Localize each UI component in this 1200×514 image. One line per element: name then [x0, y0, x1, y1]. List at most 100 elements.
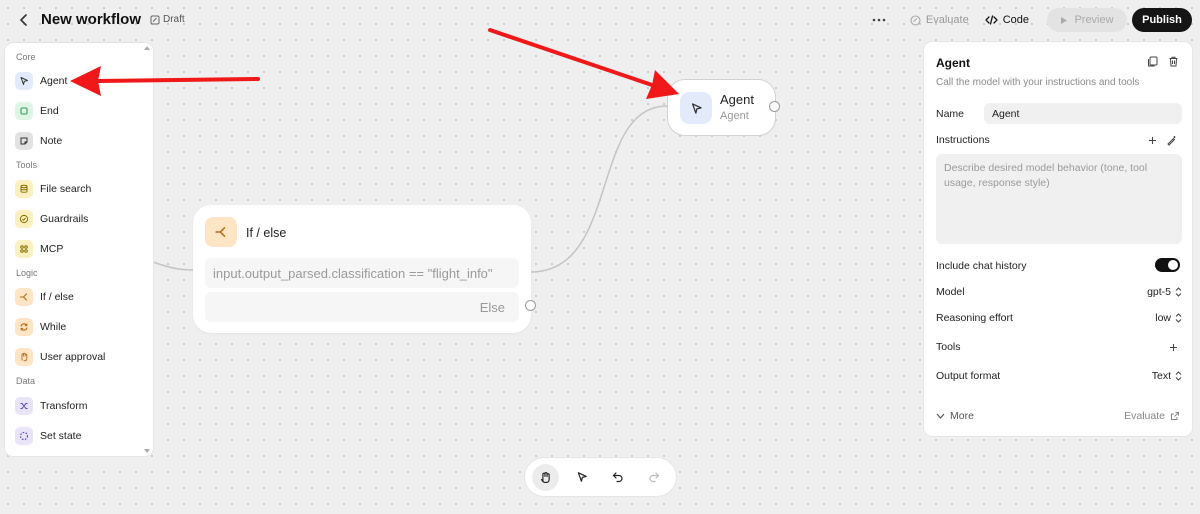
- redo-button[interactable]: [640, 464, 667, 491]
- instructions-textarea[interactable]: [936, 154, 1182, 244]
- delete-button[interactable]: [1165, 53, 1181, 69]
- add-instruction-button[interactable]: [1145, 133, 1159, 147]
- back-button[interactable]: [14, 10, 34, 30]
- tools-label: Tools: [936, 341, 961, 353]
- preview-label: Preview: [1074, 14, 1114, 26]
- shuffle-icon: [15, 397, 33, 415]
- add-tool-button[interactable]: [1166, 340, 1180, 354]
- model-label: Model: [936, 286, 965, 298]
- code-label: Code: [1002, 14, 1029, 26]
- cursor-icon: [15, 72, 33, 90]
- agent-settings-panel: Agent Call the model with your instructi…: [924, 42, 1192, 436]
- cursor-icon: [680, 92, 712, 124]
- model-select[interactable]: gpt-5: [1147, 286, 1182, 298]
- instructions-label: Instructions: [936, 134, 990, 146]
- output-format-label: Output format: [936, 370, 1001, 382]
- scroll-up-icon[interactable]: [143, 45, 151, 51]
- database-icon: [15, 180, 33, 198]
- panel-description: Call the model with your instructions an…: [936, 77, 1140, 88]
- draft-label: Draft: [163, 14, 185, 25]
- section-label-tools: Tools: [16, 160, 38, 170]
- section-label-core: Core: [16, 52, 36, 62]
- duplicate-button[interactable]: [1144, 53, 1160, 69]
- copy-icon: [1147, 56, 1157, 66]
- top-actions: Evaluate Code Preview Publish: [866, 8, 1192, 32]
- sidebar-item-user-approval[interactable]: User approval: [15, 347, 105, 367]
- sidebar-item-label: Set state: [40, 430, 82, 442]
- trash-icon: [1169, 56, 1177, 66]
- sidebar-item-label: End: [40, 105, 59, 117]
- more-options-button[interactable]: [866, 8, 892, 32]
- undo-button[interactable]: [604, 464, 631, 491]
- top-bar: New workflow Draft Evaluate Code Preview…: [0, 0, 1200, 40]
- panel-title: Agent: [936, 56, 970, 70]
- sidebar-item-while[interactable]: While: [15, 317, 66, 337]
- hand-icon: [15, 348, 33, 366]
- chevron-updown-icon: [1175, 371, 1182, 381]
- reasoning-label: Reasoning effort: [936, 312, 1013, 324]
- sidebar-item-guardrails[interactable]: Guardrails: [15, 209, 88, 229]
- sidebar-item-if-else[interactable]: If / else: [15, 287, 74, 307]
- publish-button[interactable]: Publish: [1132, 8, 1192, 32]
- hand-icon: [540, 471, 550, 483]
- dashed-circle-icon: [15, 427, 33, 445]
- sidebar-item-label: Note: [40, 135, 63, 147]
- ifelse-condition[interactable]: input.output_parsed.classification == "f…: [205, 258, 519, 288]
- output-format-select[interactable]: Text: [1152, 370, 1182, 382]
- generate-instructions-button[interactable]: [1164, 133, 1178, 147]
- evaluate-button[interactable]: Evaluate: [902, 8, 977, 32]
- sidebar-item-label: User approval: [40, 351, 106, 363]
- note-icon: [15, 132, 33, 150]
- select-tool-button[interactable]: [568, 464, 595, 491]
- ellipsis-icon: [872, 18, 886, 22]
- scroll-down-icon[interactable]: [143, 448, 151, 454]
- canvas-toolbar: [525, 458, 676, 496]
- cursor-icon: [577, 472, 587, 482]
- code-button[interactable]: Code: [977, 8, 1037, 32]
- agent-node[interactable]: Agent Agent: [667, 79, 780, 136]
- branch-icon: [15, 288, 33, 306]
- sidebar-item-file-search[interactable]: File search: [15, 179, 91, 199]
- more-label: More: [950, 410, 974, 422]
- chat-history-toggle[interactable]: [1155, 258, 1180, 272]
- more-toggle[interactable]: More: [936, 410, 974, 422]
- sidebar-item-set-state[interactable]: Set state: [15, 426, 81, 446]
- chevron-down-icon: [936, 413, 945, 419]
- chevron-updown-icon: [1175, 287, 1182, 297]
- sidebar-item-label: If / else: [40, 291, 74, 303]
- toggle-knob: [1168, 260, 1178, 270]
- mcp-icon: [15, 240, 33, 258]
- reasoning-select[interactable]: low: [1155, 312, 1182, 324]
- evaluate-link[interactable]: Evaluate: [1124, 410, 1180, 422]
- code-icon: [985, 15, 998, 25]
- agent-output-handle[interactable]: [769, 101, 780, 112]
- chat-history-label: Include chat history: [936, 260, 1027, 272]
- sidebar-item-label: MCP: [40, 243, 64, 255]
- ifelse-else-branch[interactable]: Else: [205, 292, 519, 322]
- section-label-data: Data: [16, 376, 36, 386]
- agent-node-title: Agent: [720, 92, 754, 107]
- sidebar-item-label: Guardrails: [40, 213, 89, 225]
- stop-icon: [15, 102, 33, 120]
- preview-button[interactable]: Preview: [1047, 8, 1127, 32]
- sidebar-item-label: While: [40, 321, 67, 333]
- pan-tool-button[interactable]: [532, 463, 559, 491]
- sidebar-item-mcp[interactable]: MCP: [15, 239, 63, 259]
- annotation-arrow-agent-node: [488, 28, 679, 99]
- sidebar-item-note[interactable]: Note: [15, 131, 62, 151]
- sidebar-item-transform[interactable]: Transform: [15, 396, 87, 416]
- ifelse-node[interactable]: If / else input.output_parsed.classifica…: [193, 205, 536, 333]
- name-field[interactable]: [984, 103, 1182, 124]
- sidebar-item-agent[interactable]: Agent: [15, 71, 67, 91]
- chevron-left-icon: [20, 14, 27, 26]
- output-format-value: Text: [1151, 370, 1171, 382]
- sidebar-item-label: File search: [40, 183, 92, 195]
- workflow-title[interactable]: New workflow: [41, 11, 141, 28]
- ifelse-else-handle[interactable]: [525, 300, 536, 311]
- play-icon: [1061, 16, 1068, 24]
- evaluate-label: Evaluate: [925, 14, 969, 26]
- model-value: gpt-5: [1147, 286, 1171, 298]
- node-library-sidebar: Core Agent End Note Tools File search Gu…: [5, 43, 153, 456]
- sidebar-item-end[interactable]: End: [15, 101, 59, 121]
- evaluate-link-label: Evaluate: [1124, 410, 1165, 422]
